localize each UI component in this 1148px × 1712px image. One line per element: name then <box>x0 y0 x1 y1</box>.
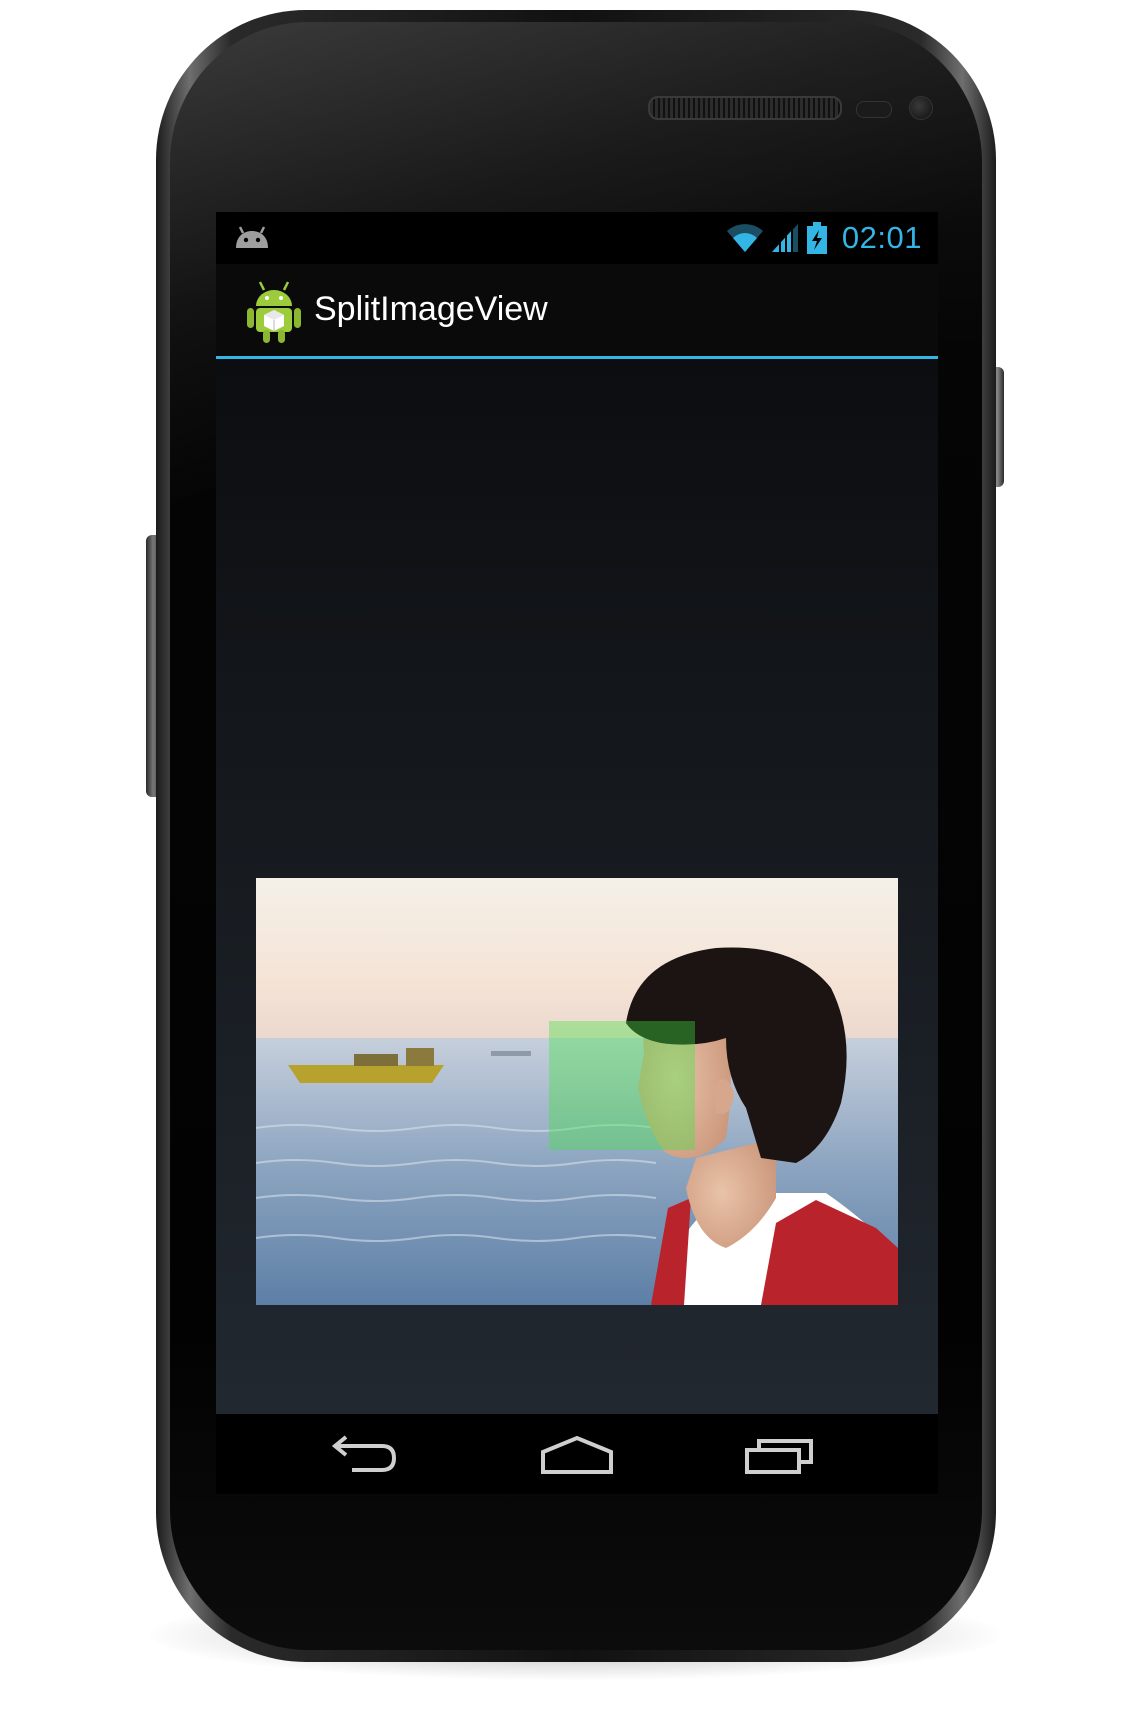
distant-boat <box>491 1051 531 1056</box>
home-icon[interactable] <box>539 1432 615 1478</box>
android-app-icon[interactable] <box>244 280 304 344</box>
signal-icon <box>771 224 798 252</box>
recent-apps-icon[interactable] <box>743 1432 817 1478</box>
status-bar: 02:01 <box>216 212 938 264</box>
battery-charging-icon <box>806 222 827 254</box>
status-clock: 02:01 <box>841 220 922 255</box>
wifi-icon <box>726 224 763 252</box>
back-icon[interactable] <box>330 1432 400 1478</box>
split-image-view[interactable] <box>256 878 898 1305</box>
earpiece-speaker <box>648 96 842 120</box>
app-title: SplitImageView <box>314 290 548 328</box>
phone-screen: 02:01 SplitImageView <box>216 212 938 1494</box>
android-debug-icon <box>236 226 268 248</box>
action-bar: SplitImageView <box>216 264 938 359</box>
split-selection-overlay[interactable] <box>549 1021 695 1150</box>
light-sensor <box>909 96 933 120</box>
navigation-bar <box>216 1414 938 1494</box>
proximity-sensor <box>856 101 892 118</box>
content-area <box>216 359 938 1414</box>
